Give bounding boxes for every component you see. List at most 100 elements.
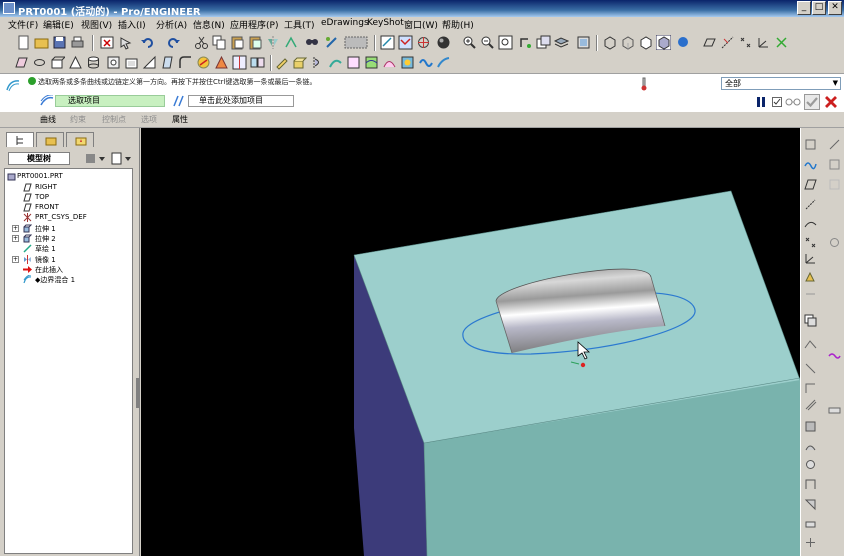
ear-tool-icon[interactable] (804, 498, 817, 511)
first-direction-collector[interactable]: 选取项目 (55, 95, 165, 107)
shaded-icon[interactable] (656, 35, 671, 50)
menu-applications[interactable]: 应用程序(P) (230, 18, 278, 31)
expand-icon[interactable]: + (12, 256, 19, 263)
menu-tools[interactable]: 工具(T) (284, 18, 315, 31)
tree-row-extrude-1[interactable]: + 拉伸 1 (5, 224, 130, 234)
graphics-viewport[interactable] (141, 128, 800, 556)
model-tree-display-icon[interactable] (676, 35, 691, 50)
repaint-icon[interactable] (324, 35, 339, 50)
blank-tool-icon[interactable] (828, 178, 841, 191)
folder-browser-tab[interactable] (36, 132, 64, 147)
freeform-tool-icon[interactable] (418, 55, 433, 70)
copy-geometry-icon[interactable] (804, 314, 817, 327)
csys-tool-icon[interactable] (804, 252, 817, 265)
blank-tool-icon-2[interactable] (804, 288, 817, 301)
shell-tool-icon[interactable] (124, 55, 139, 70)
extrude-tool-icon[interactable] (292, 55, 307, 70)
solidify-tool-icon[interactable] (804, 420, 817, 433)
paste-special-icon[interactable] (248, 35, 263, 50)
new-file-icon[interactable] (16, 35, 31, 50)
tree-row-insert-here[interactable]: 在此插入 (5, 265, 130, 275)
sketch-view-icon[interactable] (380, 35, 395, 50)
print-icon[interactable] (70, 35, 85, 50)
menu-keyshot[interactable]: KeyShot (367, 18, 404, 28)
sidebar-splitter[interactable] (136, 378, 139, 408)
selection-box-icon[interactable] (344, 35, 370, 50)
wireframe-icon[interactable] (602, 35, 617, 50)
fill-tool-icon[interactable] (804, 440, 817, 453)
pause-icon[interactable] (756, 96, 766, 108)
saved-views-icon[interactable] (536, 35, 551, 50)
merge-surface-icon[interactable] (804, 338, 817, 351)
datum-plane-tool-icon[interactable] (804, 138, 817, 151)
find-icon[interactable] (304, 35, 319, 50)
menu-edrawings[interactable]: eDrawings (321, 18, 369, 28)
tab-control-points[interactable]: 控制点 (102, 114, 126, 125)
expand-icon[interactable]: + (12, 235, 19, 242)
lip-tool-icon[interactable] (804, 518, 817, 531)
datum-points-on-icon[interactable] (738, 35, 753, 50)
cylinder-tool-icon[interactable] (86, 55, 101, 70)
sketch-tool-icon[interactable] (274, 55, 289, 70)
box-tool-icon[interactable] (50, 55, 65, 70)
merge-tool-icon[interactable] (250, 55, 265, 70)
datum-planes-on-icon[interactable] (702, 35, 717, 50)
menu-analysis[interactable]: 分析(A) (156, 18, 187, 31)
mirror-copy-icon[interactable] (266, 35, 281, 50)
relations-icon[interactable] (284, 35, 299, 50)
revolve-feature-icon[interactable] (310, 55, 325, 70)
plane-tool-right-icon[interactable] (804, 178, 817, 191)
tree-row-part[interactable]: PRT0001.PRT (5, 172, 130, 182)
tree-row-boundary-blend-1[interactable]: ◆边界混合 1 (5, 275, 130, 285)
offset-tool-icon[interactable] (804, 398, 817, 411)
undo-icon[interactable] (140, 35, 155, 50)
plane-tool-icon[interactable] (14, 55, 29, 70)
variable-section-sweep-icon[interactable] (436, 55, 451, 70)
surface-curve-icon[interactable] (828, 350, 841, 363)
menu-view[interactable]: 视图(V) (81, 18, 112, 31)
boundary-blend-tool-icon[interactable] (364, 55, 379, 70)
second-direction-collector[interactable]: 单击此处添加项目 (188, 95, 294, 107)
no-hidden-icon[interactable] (638, 35, 653, 50)
warp-tool-icon[interactable] (400, 55, 415, 70)
tab-properties[interactable]: 属性 (172, 114, 188, 125)
ok-checkmark-icon[interactable] (804, 94, 820, 110)
model-tree-tab[interactable] (6, 132, 34, 147)
curve-tool-icon[interactable] (804, 158, 817, 171)
tab-options[interactable]: 选项 (141, 114, 157, 125)
tree-row-mirror-1[interactable]: + 镜像 1 (5, 255, 130, 265)
point-tool-icon[interactable] (828, 158, 841, 171)
cosmetic-tool-icon[interactable] (804, 536, 817, 549)
tree-row-front[interactable]: FRONT (5, 203, 130, 213)
spin-center-icon[interactable] (416, 35, 431, 50)
hole-tool-icon[interactable] (106, 55, 121, 70)
tab-curves[interactable]: 曲线 (40, 114, 56, 125)
chamfer-tool-icon[interactable] (196, 55, 211, 70)
annotation-on-icon[interactable] (774, 35, 789, 50)
hidden-line-icon[interactable] (620, 35, 635, 50)
tree-settings-icon[interactable] (84, 152, 106, 165)
copy-icon[interactable] (212, 35, 227, 50)
datum-display-icon[interactable] (398, 35, 413, 50)
menu-file[interactable]: 文件(F) (8, 18, 38, 31)
revolve-tool-icon[interactable] (32, 55, 47, 70)
tree-row-right[interactable]: RIGHT (5, 183, 130, 193)
refit-icon[interactable] (498, 35, 513, 50)
style-tool-icon[interactable] (382, 55, 397, 70)
rib-tool-icon[interactable] (142, 55, 157, 70)
draft-tool-icon[interactable] (160, 55, 175, 70)
verify-glasses-icon[interactable] (785, 97, 801, 107)
reorient-icon[interactable] (518, 35, 533, 50)
menu-insert[interactable]: 插入(I) (118, 18, 146, 31)
blend-tool-icon[interactable] (346, 55, 361, 70)
sketched-curve-tool-icon[interactable] (804, 218, 817, 231)
shading-icon[interactable] (436, 35, 451, 50)
paste-icon[interactable] (230, 35, 245, 50)
expand-flyout-icon[interactable] (828, 236, 841, 249)
redo-icon[interactable] (166, 35, 181, 50)
round-tool-icon[interactable] (178, 55, 193, 70)
cancel-x-icon[interactable] (824, 95, 838, 109)
menu-help[interactable]: 帮助(H) (442, 18, 474, 31)
flange-tool-icon[interactable] (804, 478, 817, 491)
layer-tree-icon[interactable] (576, 35, 591, 50)
